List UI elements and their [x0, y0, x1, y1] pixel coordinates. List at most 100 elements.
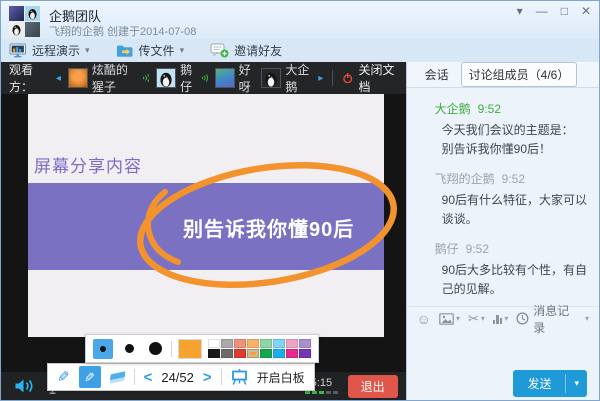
color-swatch-selected[interactable] [246, 348, 260, 359]
chevron-down-icon[interactable]: ▾ [85, 45, 90, 56]
viewer-item[interactable]: 好呀 [214, 61, 255, 95]
viewer-item[interactable]: 鹅仔 [156, 61, 208, 95]
group-subtitle: 飞翔的企鹅 创建于2014-07-08 [49, 26, 197, 38]
pen-size-medium[interactable] [119, 339, 139, 359]
chevron-down-icon[interactable]: ▾ [180, 45, 185, 56]
sender-name[interactable]: 飞翔的企鹅 [435, 172, 495, 186]
color-swatch[interactable] [221, 339, 233, 348]
send-button[interactable]: 发送 ▾ [513, 369, 587, 397]
viewer-name: 炫酷的猩子 [91, 63, 128, 94]
power-icon [343, 73, 353, 84]
pencil-tool-icon[interactable]: ✎ [57, 369, 70, 386]
chat-message: 鹅仔 9:52 90后大多比较有个性，有自己的见解。 [435, 240, 593, 298]
maximize-button[interactable]: □ [561, 4, 568, 18]
color-swatch[interactable] [208, 339, 220, 348]
viewer-item[interactable]: 炫酷的猩子 [67, 61, 150, 95]
send-file-label: 传文件 [138, 44, 175, 58]
send-options-caret[interactable]: ▾ [566, 370, 587, 397]
clock-icon [516, 312, 529, 325]
toolbar: 远程演示 ▾ 传文件 ▾ 邀请好友 [1, 39, 599, 62]
tab-conversation[interactable]: 会话 [425, 66, 449, 83]
send-row: 发送 ▾ [407, 366, 599, 400]
titlebar: 企鹅团队 飞翔的企鹅 创建于2014-07-08 ▾ — □ ✕ [1, 1, 599, 39]
color-swatch[interactable] [273, 339, 285, 348]
previous-page-button[interactable]: < [144, 370, 153, 385]
send-label: 发送 [527, 376, 552, 391]
message-text: 90后大多比较有个性，有自己的见解。 [441, 263, 587, 296]
remote-demo-label: 远程演示 [32, 44, 81, 58]
group-avatar-tile [25, 22, 40, 37]
color-swatch[interactable] [299, 339, 311, 348]
viewer-bar: 观看方： ◂ 炫酷的猩子 鹅仔 好呀 大企鹅 ▸ 关闭文档 [1, 62, 406, 94]
page-indicator: 24/52 [161, 369, 194, 385]
speaking-indicator-icon [201, 74, 208, 82]
viewer-item[interactable]: 大企鹅 [261, 61, 311, 95]
chevron-down-icon: ▾ [455, 314, 460, 323]
color-swatch[interactable] [286, 339, 298, 348]
presentation-area: 观看方： ◂ 炫酷的猩子 鹅仔 好呀 大企鹅 ▸ 关闭文档 屏幕分享内容 别告诉… [1, 62, 406, 400]
remote-demo-button[interactable]: 远程演示 ▾ [9, 42, 90, 59]
next-page-button[interactable]: > [203, 370, 212, 385]
color-swatch[interactable] [234, 339, 246, 348]
minimize-button[interactable]: — [536, 4, 548, 18]
send-image-button[interactable]: ▾ [439, 312, 460, 325]
speaking-indicator-icon [142, 73, 150, 83]
slide-heading: 屏幕分享内容 [34, 157, 142, 176]
chat-panel: 会话 讨论组成员（4/6） 大企鹅 9:52 今天我们会议的主题是： 别告诉我你懂… [405, 62, 599, 400]
color-swatch[interactable] [260, 349, 272, 358]
close-document-button[interactable]: 关闭文档 [342, 61, 398, 95]
scissors-icon: ✂ [467, 311, 479, 326]
avatar [67, 68, 88, 88]
slide-banner: 别告诉我你懂90后 [28, 183, 384, 270]
penguin-avatar-tile [25, 6, 40, 21]
image-icon [439, 312, 454, 325]
group-avatar-tile [9, 6, 24, 21]
color-swatch[interactable] [234, 349, 246, 358]
slide-banner-text: 别告诉我你懂90后 [183, 219, 355, 241]
folder-icon [116, 45, 133, 57]
marker-tool-selected[interactable]: ✎ [78, 366, 101, 388]
speaker-icon[interactable] [14, 378, 35, 394]
message-text: 今天我们会议的主题是： [441, 123, 574, 137]
viewer-name: 鹅仔 [180, 63, 193, 94]
chat-message: 飞翔的企鹅 9:52 90后有什么特征，大家可以谈谈。 [435, 170, 593, 228]
close-button[interactable]: ✕ [581, 4, 591, 18]
group-avatar[interactable] [9, 6, 40, 37]
pen-size-large[interactable] [145, 339, 165, 359]
chevron-down-icon: ▾ [584, 314, 589, 323]
whiteboard-easel-icon[interactable] [231, 369, 248, 385]
color-swatch[interactable] [208, 349, 220, 358]
exit-button[interactable]: 退出 [347, 374, 398, 398]
pen-toolbar: ✎ ✎ < 24/52 > 开启白板 [47, 363, 315, 391]
message-text: 90后有什么特征，大家可以谈谈。 [441, 193, 587, 226]
signal-bars [304, 391, 338, 394]
avatar [261, 68, 282, 88]
vote-chart-button[interactable]: ▾ [492, 314, 509, 324]
color-swatch[interactable] [286, 349, 298, 358]
color-swatch[interactable] [260, 339, 272, 348]
sender-name[interactable]: 大企鹅 [435, 102, 471, 116]
color-swatch[interactable] [247, 339, 259, 348]
scroll-right-icon[interactable]: ▸ [318, 73, 323, 84]
invite-friend-button[interactable]: 邀请好友 [210, 42, 282, 59]
chevron-down-icon: ▾ [504, 314, 509, 323]
send-file-button[interactable]: 传文件 ▾ [116, 42, 185, 59]
emoticon-icon[interactable]: ☺ [417, 312, 431, 326]
scroll-left-icon[interactable]: ◂ [56, 73, 61, 84]
color-swatch[interactable] [273, 349, 285, 358]
screenshot-button[interactable]: ✂ ▾ [468, 312, 485, 325]
tab-members[interactable]: 讨论组成员（4/6） [460, 62, 578, 87]
color-swatch[interactable] [221, 349, 233, 358]
color-swatch[interactable] [299, 349, 311, 358]
menu-caret-icon[interactable]: ▾ [517, 4, 523, 18]
viewers-label: 观看方： [9, 63, 34, 94]
chat-input-toolbar: ☺ ▾ ✂ ▾ ▾ 消息记录 ▾ [406, 304, 599, 335]
viewer-name: 好呀 [238, 63, 251, 94]
open-whiteboard-button[interactable]: 开启白板 [257, 369, 305, 386]
pen-size-small-selected[interactable] [93, 338, 113, 359]
sender-name[interactable]: 鹅仔 [435, 242, 459, 256]
shared-screen-stage[interactable]: 屏幕分享内容 别告诉我你懂90后 [1, 94, 406, 372]
message-input[interactable] [407, 330, 599, 366]
penguin-avatar-tile [9, 22, 24, 37]
eraser-tool-icon[interactable] [109, 370, 125, 384]
